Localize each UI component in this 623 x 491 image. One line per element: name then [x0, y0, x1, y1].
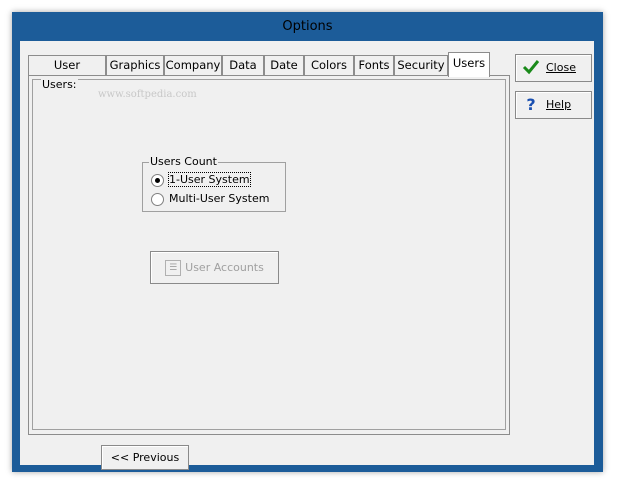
radio-indicator[interactable] [151, 192, 164, 206]
users-count-label: Users Count [149, 155, 218, 168]
help-label: Help [546, 98, 572, 111]
dialog-client-area: User Interface Graphics Company Data Dat… [20, 41, 594, 470]
tab-date[interactable]: Date [264, 55, 304, 75]
options-window: Options User Interface Graphics Company … [12, 12, 603, 472]
tab-colors[interactable]: Colors [304, 55, 354, 75]
previous-button[interactable]: << Previous [101, 445, 189, 470]
user-accounts-icon: ☰ [165, 260, 182, 276]
tab-company[interactable]: Company [164, 55, 222, 75]
tab-user-interface[interactable]: User Interface [28, 55, 106, 91]
users-frame-label: Users: [41, 78, 78, 91]
radio-indicator[interactable] [151, 173, 164, 187]
radio-multi-user-system[interactable]: Multi-User System [151, 191, 269, 206]
tab-users[interactable]: Users [448, 52, 490, 77]
close-button[interactable]: Close [515, 54, 592, 82]
window-title: Options [282, 19, 333, 34]
radio-1-user-system[interactable]: 1-User System [151, 172, 251, 187]
checkmark-icon [522, 60, 540, 75]
users-tab-pane: Users: www.softpedia.com Users Count 1-U… [28, 75, 510, 435]
help-button[interactable]: ? Help [515, 91, 592, 119]
users-count-group: Users Count 1-User System Multi-User Sys… [142, 155, 286, 212]
radio-label: Multi-User System [169, 192, 270, 205]
user-accounts-button[interactable]: ☰ User Accounts [150, 251, 279, 284]
tab-security[interactable]: Security [394, 55, 448, 75]
svg-text:?: ? [526, 95, 535, 113]
close-label: Close [546, 61, 576, 74]
tab-graphics[interactable]: Graphics [106, 55, 164, 75]
user-accounts-label: User Accounts [185, 261, 264, 274]
question-icon: ? [526, 95, 535, 113]
watermark: www.softpedia.com [98, 89, 197, 100]
tab-fonts[interactable]: Fonts [354, 55, 394, 75]
radio-label: 1-User System [168, 172, 251, 187]
users-frame: Users: www.softpedia.com Users Count 1-U… [32, 78, 506, 430]
tab-data[interactable]: Data [222, 55, 264, 75]
